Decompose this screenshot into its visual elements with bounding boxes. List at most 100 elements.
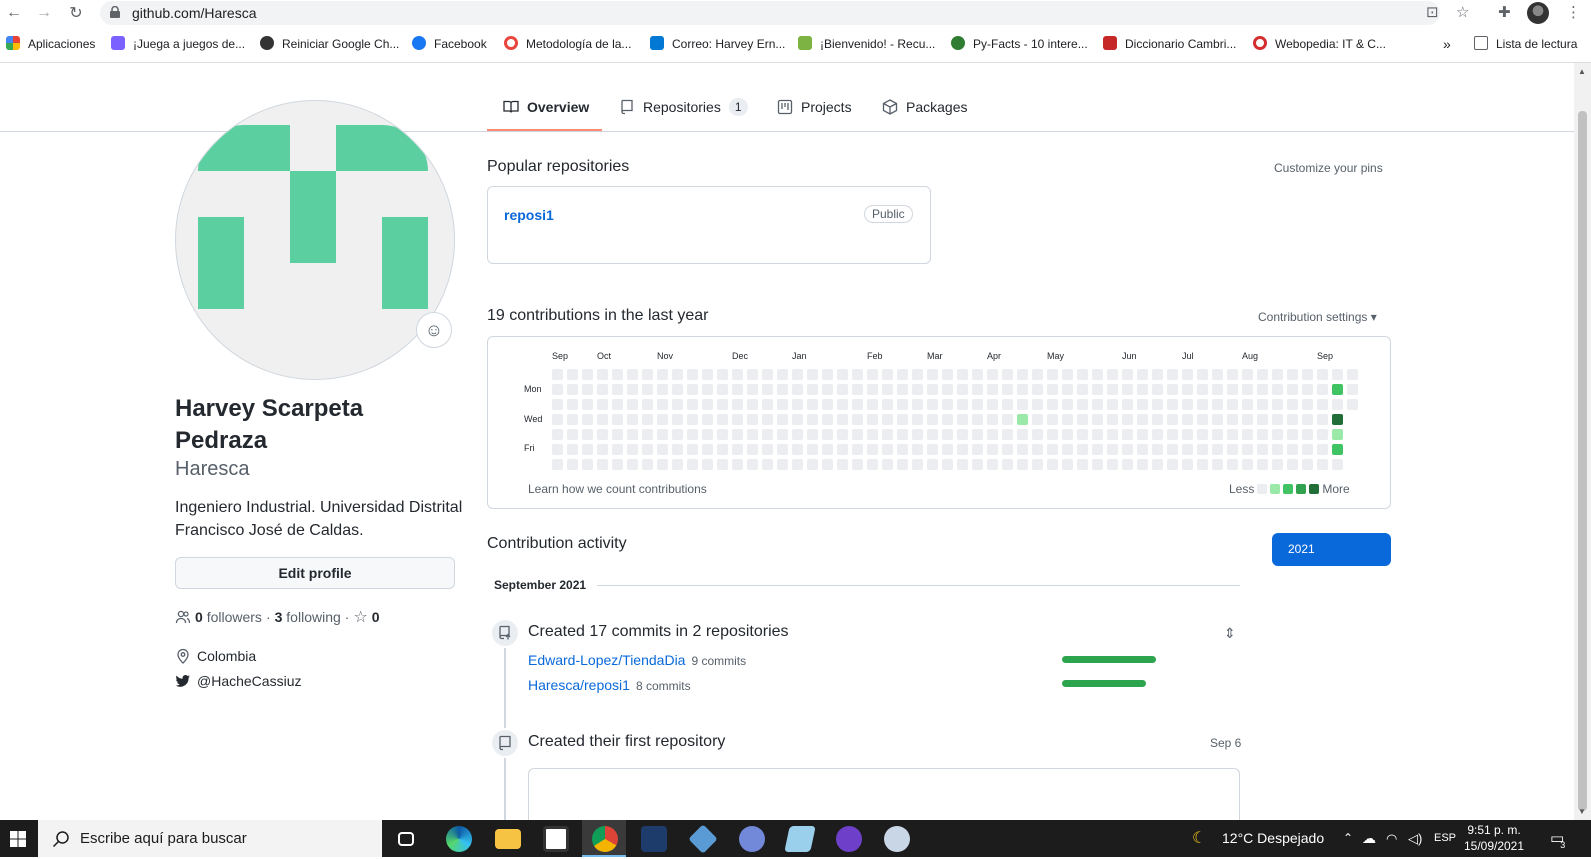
contribution-day[interactable] [1332,369,1343,380]
contribution-day[interactable] [822,384,833,395]
contribution-day[interactable] [717,429,728,440]
contribution-day[interactable] [1017,414,1028,425]
contribution-day[interactable] [1077,459,1088,470]
task-view-icon[interactable] [398,832,414,846]
contribution-day[interactable] [1227,444,1238,455]
contribution-day[interactable] [1122,459,1133,470]
contribution-day[interactable] [1032,429,1043,440]
contribution-day[interactable] [1137,414,1148,425]
contribution-day[interactable] [897,429,908,440]
contribution-day[interactable] [1272,444,1283,455]
contribution-day[interactable] [1092,369,1103,380]
wifi-icon[interactable]: ◠ [1386,820,1397,857]
contribution-day[interactable] [807,369,818,380]
contribution-day[interactable] [1182,369,1193,380]
contribution-day[interactable] [1047,414,1058,425]
contribution-day[interactable] [1152,444,1163,455]
contribution-day[interactable] [762,399,773,410]
contribution-day[interactable] [1152,429,1163,440]
contribution-day[interactable] [1002,459,1013,470]
contribution-day[interactable] [822,399,833,410]
contribution-day[interactable] [1182,399,1193,410]
contribution-day[interactable] [852,384,863,395]
contribution-day[interactable] [1017,369,1028,380]
contribution-day[interactable] [597,459,608,470]
contribution-day[interactable] [987,384,998,395]
contribution-day[interactable] [822,444,833,455]
contribution-day[interactable] [1137,369,1148,380]
contribution-day[interactable] [1317,459,1328,470]
contribution-day[interactable] [867,429,878,440]
windows-start-icon[interactable] [0,820,36,857]
translate-icon[interactable]: ⊡ [1426,3,1439,23]
contribution-day[interactable] [1137,384,1148,395]
contribution-day[interactable] [1227,429,1238,440]
contribution-day[interactable] [642,459,653,470]
contribution-day[interactable] [732,384,743,395]
contribution-day[interactable] [1197,459,1208,470]
contribution-day[interactable] [597,369,608,380]
contribution-day[interactable] [957,444,968,455]
contribution-day[interactable] [1317,429,1328,440]
contribution-day[interactable] [687,414,698,425]
contribution-day[interactable] [687,369,698,380]
contribution-day[interactable] [1062,444,1073,455]
contribution-day[interactable] [822,429,833,440]
profile-twitter[interactable]: @HacheCassiuz [175,673,301,689]
contribution-day[interactable] [972,414,983,425]
contribution-day[interactable] [552,414,563,425]
contribution-day[interactable] [1107,444,1118,455]
contribution-day[interactable] [1047,369,1058,380]
contribution-day[interactable] [582,399,593,410]
contribution-day[interactable] [627,369,638,380]
contribution-day[interactable] [672,384,683,395]
bookmark-cambridge[interactable]: Diccionario Cambri... [1103,35,1236,53]
contribution-day[interactable] [672,399,683,410]
contribution-day[interactable] [807,399,818,410]
contribution-day[interactable] [1062,414,1073,425]
contribution-day[interactable] [747,429,758,440]
contribution-day[interactable] [1152,399,1163,410]
contribution-day[interactable] [1287,384,1298,395]
cube-app-icon[interactable] [688,824,718,854]
contribution-day[interactable] [1047,384,1058,395]
github-desktop-icon[interactable] [836,826,862,852]
contribution-day[interactable] [897,369,908,380]
contribution-day[interactable] [1302,399,1313,410]
contribution-day[interactable] [1092,384,1103,395]
reload-icon[interactable]: ↻ [66,3,86,23]
contribution-day[interactable] [1017,399,1028,410]
contribution-day[interactable] [1002,429,1013,440]
tab-projects[interactable]: Projects [777,97,852,117]
contribution-day[interactable] [762,459,773,470]
contribution-day[interactable] [1137,444,1148,455]
tab-packages[interactable]: Packages [882,97,967,117]
contribution-day[interactable] [1212,399,1223,410]
contribution-day[interactable] [1167,369,1178,380]
contribution-day[interactable] [1257,444,1268,455]
contribution-day[interactable] [987,399,998,410]
contribution-day[interactable] [1257,414,1268,425]
contribution-day[interactable] [927,369,938,380]
contribution-day[interactable] [807,444,818,455]
contribution-day[interactable] [1212,429,1223,440]
contribution-day[interactable] [687,459,698,470]
contribution-day[interactable] [882,384,893,395]
bookmark-webopedia[interactable]: Webopedia: IT & C... [1253,35,1386,53]
tab-overview[interactable]: Overview [503,97,589,117]
contribution-day[interactable] [612,414,623,425]
contribution-day[interactable] [927,429,938,440]
contribution-day[interactable] [792,399,803,410]
contribution-day[interactable] [582,384,593,395]
contribution-day[interactable] [642,399,653,410]
contribution-day[interactable] [1167,399,1178,410]
contribution-day[interactable] [567,384,578,395]
contribution-day[interactable] [672,459,683,470]
contribution-day[interactable] [1257,369,1268,380]
contribution-day[interactable] [552,444,563,455]
contribution-day[interactable] [1077,384,1088,395]
contribution-day[interactable] [1272,384,1283,395]
contribution-day[interactable] [702,459,713,470]
contribution-day[interactable] [687,429,698,440]
contribution-day[interactable] [792,384,803,395]
